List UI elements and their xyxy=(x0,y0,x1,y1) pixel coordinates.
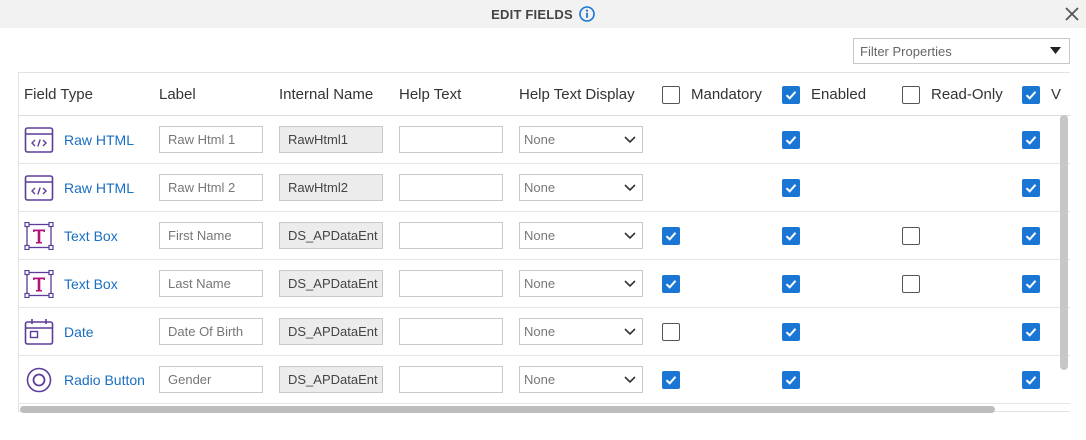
field-type-link[interactable]: Text Box xyxy=(64,260,118,308)
help-text-display-value: None xyxy=(524,372,556,387)
table-row: Text Box Last Name DS_APDataEnt None xyxy=(19,260,1070,308)
dialog-title: EDIT FIELDS xyxy=(491,6,573,22)
field-type-link[interactable]: Raw HTML xyxy=(64,164,134,212)
enabled-checkbox[interactable] xyxy=(782,371,800,389)
help-text-display-value: None xyxy=(524,228,556,243)
label-input[interactable]: Last Name xyxy=(159,270,263,297)
field-type-link[interactable]: Date xyxy=(64,308,94,356)
grid-header-row: Field Type Label Internal Name Help Text… xyxy=(19,73,1070,116)
text-box-icon xyxy=(24,269,54,299)
mandatory-checkbox[interactable] xyxy=(662,371,680,389)
text-box-icon xyxy=(24,221,54,251)
table-row: Raw HTML Raw Html 2 RawHtml2 None xyxy=(19,164,1070,212)
visible-checkbox[interactable] xyxy=(1022,371,1040,389)
table-row: Date Date Of Birth DS_APDataEnt None xyxy=(19,308,1070,356)
help-text-display-select[interactable]: None xyxy=(519,270,643,297)
column-header-enabled: Enabled xyxy=(811,86,867,103)
horizontal-scrollbar[interactable] xyxy=(20,406,995,413)
column-header-help-text: Help Text xyxy=(399,86,462,103)
internal-name-input[interactable]: RawHtml1 xyxy=(279,126,383,153)
chevron-down-icon xyxy=(624,280,636,288)
raw-html-icon xyxy=(24,174,54,202)
help-text-input[interactable] xyxy=(399,318,503,345)
enabled-checkbox[interactable] xyxy=(782,179,800,197)
help-text-display-select[interactable]: None xyxy=(519,174,643,201)
visible-checkbox[interactable] xyxy=(1022,323,1040,341)
read-only-checkbox[interactable] xyxy=(902,275,920,293)
column-header-help-text-display: Help Text Display xyxy=(519,86,635,103)
help-text-input[interactable] xyxy=(399,174,503,201)
internal-name-input[interactable]: DS_APDataEnt xyxy=(279,366,383,393)
caret-down-icon xyxy=(1050,47,1061,54)
fields-grid: Field Type Label Internal Name Help Text… xyxy=(18,72,1070,412)
help-text-display-select[interactable]: None xyxy=(519,318,643,345)
help-text-input[interactable] xyxy=(399,366,503,393)
close-icon xyxy=(1065,7,1079,21)
info-icon[interactable] xyxy=(579,6,595,22)
chevron-down-icon xyxy=(624,136,636,144)
help-text-display-value: None xyxy=(524,276,556,291)
help-text-display-value: None xyxy=(524,132,556,147)
table-row: Text Box First Name DS_APDataEnt None xyxy=(19,212,1070,260)
internal-name-input[interactable]: DS_APDataEnt xyxy=(279,222,383,249)
internal-name-input[interactable]: DS_APDataEnt xyxy=(279,270,383,297)
help-text-input[interactable] xyxy=(399,270,503,297)
chevron-down-icon xyxy=(624,232,636,240)
table-row: Radio Button Gender DS_APDataEnt None xyxy=(19,356,1070,404)
column-header-internal-name: Internal Name xyxy=(279,86,374,103)
chevron-down-icon xyxy=(624,328,636,336)
column-header-read-only: Read-Only xyxy=(931,86,1003,103)
help-text-display-select[interactable]: None xyxy=(519,126,643,153)
help-text-display-value: None xyxy=(524,180,556,195)
internal-name-input[interactable]: RawHtml2 xyxy=(279,174,383,201)
label-input[interactable]: Raw Html 2 xyxy=(159,174,263,201)
visible-checkbox[interactable] xyxy=(1022,131,1040,149)
field-type-link[interactable]: Radio Button xyxy=(64,356,145,404)
label-input[interactable]: Gender xyxy=(159,366,263,393)
enabled-checkbox[interactable] xyxy=(782,323,800,341)
field-type-link[interactable]: Text Box xyxy=(64,212,118,260)
chevron-down-icon xyxy=(624,184,636,192)
label-input[interactable]: Raw Html 1 xyxy=(159,126,263,153)
visible-checkbox[interactable] xyxy=(1022,179,1040,197)
help-text-input[interactable] xyxy=(399,126,503,153)
dialog-titlebar: EDIT FIELDS xyxy=(0,0,1086,28)
filter-properties-placeholder: Filter Properties xyxy=(860,43,952,59)
vertical-scrollbar[interactable] xyxy=(1060,115,1068,370)
enabled-header-checkbox[interactable] xyxy=(782,86,800,104)
radio-button-icon xyxy=(24,366,54,394)
chevron-down-icon xyxy=(624,376,636,384)
enabled-checkbox[interactable] xyxy=(782,131,800,149)
internal-name-input[interactable]: DS_APDataEnt xyxy=(279,318,383,345)
column-header-field-type: Field Type xyxy=(24,86,93,103)
calendar-icon xyxy=(24,318,54,346)
column-header-visible: V xyxy=(1051,86,1062,103)
field-type-link[interactable]: Raw HTML xyxy=(64,116,134,164)
mandatory-checkbox[interactable] xyxy=(662,227,680,245)
visible-checkbox[interactable] xyxy=(1022,227,1040,245)
column-header-mandatory: Mandatory xyxy=(691,86,762,103)
label-input[interactable]: First Name xyxy=(159,222,263,249)
visible-checkbox[interactable] xyxy=(1022,275,1040,293)
close-button[interactable] xyxy=(1062,4,1082,24)
help-text-display-value: None xyxy=(524,324,556,339)
mandatory-checkbox[interactable] xyxy=(662,323,680,341)
filter-properties-select[interactable]: Filter Properties xyxy=(853,38,1070,64)
help-text-input[interactable] xyxy=(399,222,503,249)
enabled-checkbox[interactable] xyxy=(782,275,800,293)
label-input[interactable]: Date Of Birth xyxy=(159,318,263,345)
mandatory-header-checkbox[interactable] xyxy=(662,86,680,104)
read-only-checkbox[interactable] xyxy=(902,227,920,245)
visible-header-checkbox[interactable] xyxy=(1022,86,1040,104)
raw-html-icon xyxy=(24,126,54,154)
help-text-display-select[interactable]: None xyxy=(519,366,643,393)
table-row: Raw HTML Raw Html 1 RawHtml1 None xyxy=(19,116,1070,164)
column-header-label: Label xyxy=(159,86,196,103)
help-text-display-select[interactable]: None xyxy=(519,222,643,249)
read-only-header-checkbox[interactable] xyxy=(902,86,920,104)
enabled-checkbox[interactable] xyxy=(782,227,800,245)
mandatory-checkbox[interactable] xyxy=(662,275,680,293)
